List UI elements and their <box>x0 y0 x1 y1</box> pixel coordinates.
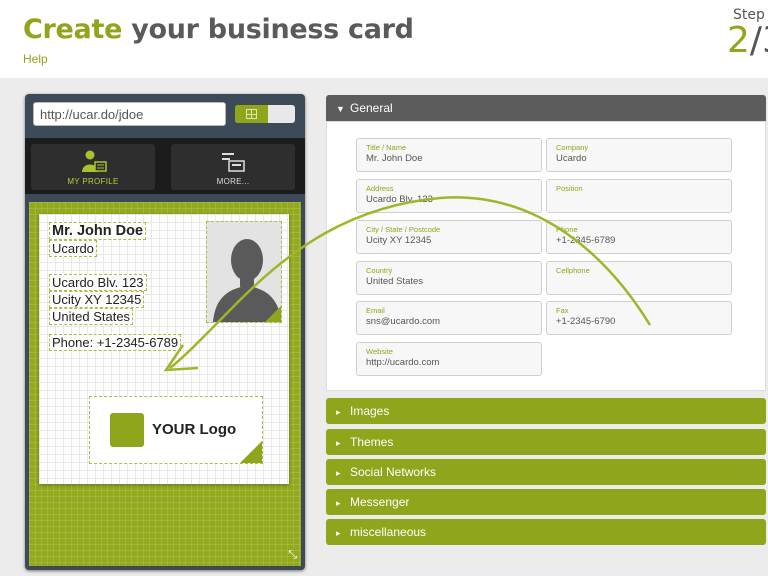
tab-my-profile-label: MY PROFILE <box>67 177 119 186</box>
card-city[interactable]: Ucity XY 12345 <box>49 291 145 308</box>
section-social-networks[interactable]: ▸ Social Networks <box>326 459 766 485</box>
field-value: Ucardo <box>556 153 587 164</box>
field-label: Fax <box>556 306 569 315</box>
caret-right-icon: ▸ <box>336 468 341 478</box>
field-company[interactable]: Company Ucardo <box>546 138 732 172</box>
phone-editor: http://ucar.do/jdoe MY PROFILE MORE... ⤡… <box>25 94 305 570</box>
tab-more[interactable]: MORE... <box>171 144 295 190</box>
field-address[interactable]: Address Ucardo Blv. 123 <box>356 179 542 213</box>
caret-right-icon: ▸ <box>336 498 341 508</box>
field-position[interactable]: Position <box>546 179 732 213</box>
field-value: Mr. John Doe <box>366 153 423 164</box>
photo-placeholder[interactable] <box>206 221 282 323</box>
tab-my-profile[interactable]: MY PROFILE <box>31 144 155 190</box>
section-messenger-label: Messenger <box>350 495 410 509</box>
field-label: Email <box>366 306 385 315</box>
section-social-networks-label: Social Networks <box>350 465 437 479</box>
page-title: Create your business card <box>23 14 414 45</box>
field-email[interactable]: Email sns@ucardo.com <box>356 301 542 335</box>
section-themes-label: Themes <box>350 435 394 449</box>
page-title-rest: your business card <box>131 14 414 45</box>
field-cellphone[interactable]: Cellphone <box>546 261 732 295</box>
field-label: Cellphone <box>556 266 590 275</box>
field-value: +1-2345-6790 <box>556 316 616 327</box>
field-label: Website <box>366 347 393 356</box>
field-value: United States <box>366 276 424 287</box>
field-value: http://ucardo.com <box>366 357 440 368</box>
url-field[interactable]: http://ucar.do/jdoe <box>33 102 226 126</box>
field-value: sns@ucardo.com <box>366 316 441 327</box>
business-card-preview: Mr. John Doe Ucardo Ucardo Blv. 123 Ucit… <box>39 214 289 484</box>
field-value: +1-2345-6789 <box>556 235 616 246</box>
card-name[interactable]: Mr. John Doe <box>49 222 147 240</box>
section-images-label: Images <box>350 404 390 418</box>
field-value: Ucardo Blv. 123 <box>366 194 433 205</box>
caret-right-icon: ▸ <box>336 438 341 448</box>
logo-square-icon <box>110 413 144 447</box>
field-label: Position <box>556 184 583 193</box>
section-themes[interactable]: ▸ Themes <box>326 429 766 455</box>
tab-more-label: MORE... <box>216 177 250 186</box>
section-general-header[interactable]: ▼ General <box>326 95 766 121</box>
field-fax[interactable]: Fax +1-2345-6790 <box>546 301 732 335</box>
phone-nav: MY PROFILE MORE... <box>25 138 305 194</box>
section-images[interactable]: ▸ Images <box>326 398 766 424</box>
page-title-accent: Create <box>23 14 123 45</box>
field-country[interactable]: Country United States <box>356 261 542 295</box>
caret-right-icon: ▸ <box>336 407 341 417</box>
caret-right-icon: ▸ <box>336 528 341 538</box>
section-miscellaneous-label: miscellaneous <box>350 525 427 539</box>
logo-label: YOUR Logo <box>152 421 237 438</box>
card-address[interactable]: Ucardo Blv. 123 <box>49 274 147 291</box>
section-messenger[interactable]: ▸ Messenger <box>326 489 766 515</box>
logo-resize-handle[interactable] <box>240 441 262 463</box>
field-label: Country <box>366 266 393 275</box>
view-toggle[interactable] <box>235 105 295 123</box>
card-country[interactable]: United States <box>49 308 134 325</box>
field-label: Title / Name <box>366 143 407 152</box>
step-current: 2 <box>727 20 750 61</box>
resize-handle-icon[interactable]: ⤡ <box>288 549 297 562</box>
field-label: Company <box>556 143 589 152</box>
field-title-name[interactable]: Title / Name Mr. John Doe <box>356 138 542 172</box>
section-general-label: General <box>350 101 393 115</box>
field-phone[interactable]: Phone +1-2345-6789 <box>546 220 732 254</box>
section-miscellaneous[interactable]: ▸ miscellaneous <box>326 519 766 545</box>
card-company[interactable]: Ucardo <box>49 240 97 257</box>
photo-resize-handle[interactable] <box>265 306 281 322</box>
field-label: Phone <box>556 225 578 234</box>
field-label: City / State / Postcode <box>366 225 441 234</box>
help-link[interactable]: Help <box>23 52 48 66</box>
field-value: Ucity XY 12345 <box>366 235 432 246</box>
grid-view-button[interactable] <box>235 105 268 123</box>
field-city-state-postcode[interactable]: City / State / Postcode Ucity XY 12345 <box>356 220 542 254</box>
step-indicator: 2/3 <box>727 20 768 61</box>
caret-down-icon: ▼ <box>336 104 345 114</box>
field-website[interactable]: Website http://ucardo.com <box>356 342 542 376</box>
more-icon <box>222 153 245 172</box>
grid-icon <box>246 109 257 119</box>
step-total: /3 <box>749 20 768 61</box>
field-label: Address <box>366 184 394 193</box>
profile-icon <box>82 150 107 172</box>
logo-placeholder[interactable]: YOUR Logo <box>89 396 263 464</box>
card-phone[interactable]: Phone: +1-2345-6789 <box>49 334 182 351</box>
